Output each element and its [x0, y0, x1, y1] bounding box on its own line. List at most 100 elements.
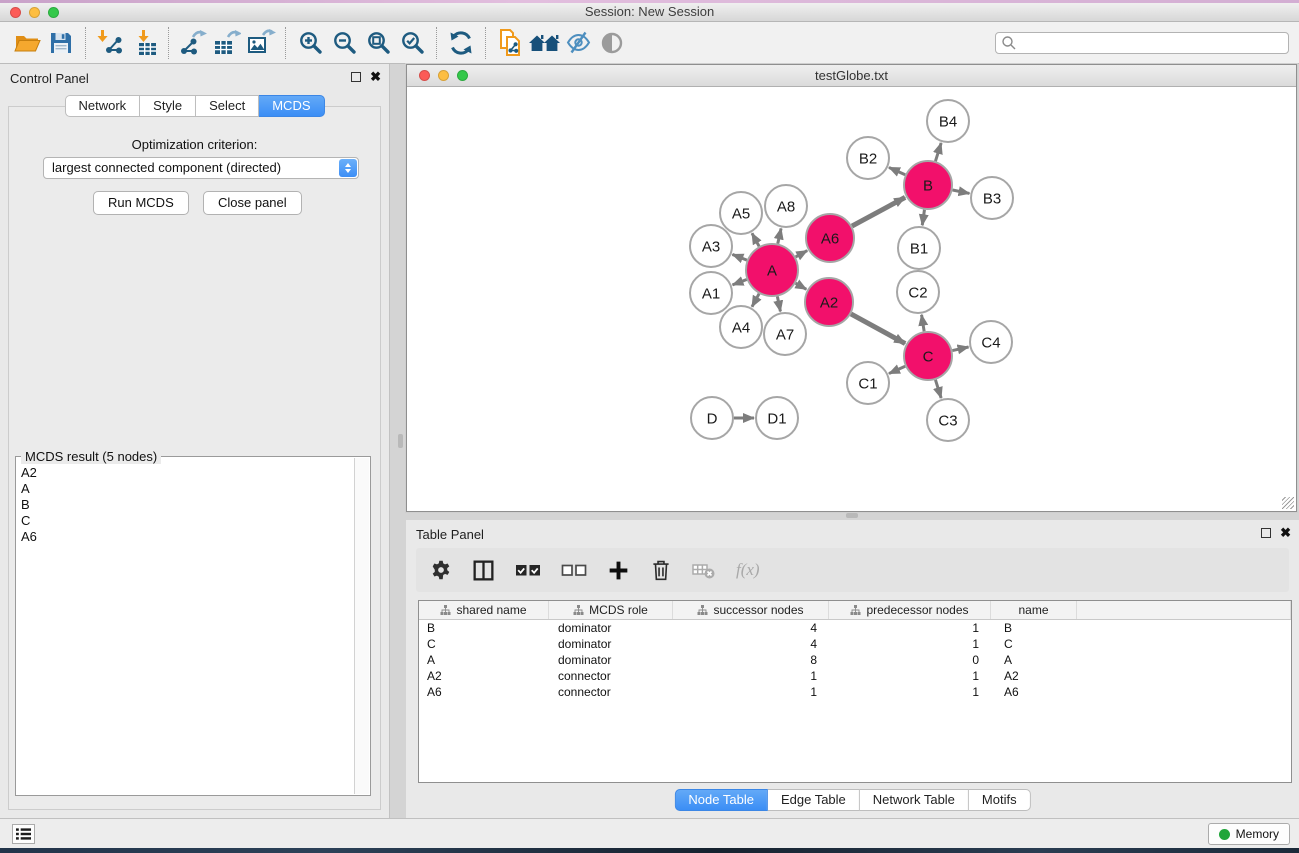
graph-edge-B-B3[interactable]	[952, 190, 969, 193]
tab-motifs[interactable]: Motifs	[969, 789, 1031, 811]
tab-style[interactable]: Style	[140, 95, 196, 117]
criterion-select[interactable]: largest connected component (directed)	[43, 157, 359, 179]
search-input[interactable]	[1017, 36, 1283, 50]
delete-table-button[interactable]	[692, 560, 716, 580]
zoom-out-button[interactable]	[327, 27, 361, 59]
graph-edge-C-C2[interactable]	[922, 315, 925, 332]
graph-node-A2[interactable]: A2	[805, 278, 853, 326]
zoom-window-button[interactable]	[48, 7, 59, 18]
home-button[interactable]	[527, 27, 561, 59]
graph-edge-C-C1[interactable]	[889, 366, 905, 373]
close-network-button[interactable]	[419, 70, 430, 81]
memory-button[interactable]: Memory	[1208, 823, 1290, 845]
tab-network-table[interactable]: Network Table	[860, 789, 969, 811]
function-builder-button[interactable]: f(x)	[736, 560, 760, 580]
graph-edge-A-A7[interactable]	[777, 296, 780, 311]
graph-node-C3[interactable]: C3	[927, 399, 969, 441]
graph-node-B[interactable]: B	[904, 161, 952, 209]
minimize-window-button[interactable]	[29, 7, 40, 18]
float-panel-icon[interactable]	[351, 72, 361, 82]
tab-node-table[interactable]: Node Table	[674, 789, 768, 811]
graph-node-D[interactable]: D	[691, 397, 733, 439]
graph-node-A7[interactable]: A7	[764, 313, 806, 355]
graph-edge-A-A4[interactable]	[752, 294, 759, 307]
tab-edge-table[interactable]: Edge Table	[768, 789, 860, 811]
zoom-fit-button[interactable]	[361, 27, 395, 59]
deselect-all-rows-button[interactable]	[561, 561, 587, 579]
run-mcds-button[interactable]: Run MCDS	[93, 191, 189, 215]
close-table-panel-icon[interactable]: ✖	[1280, 527, 1291, 538]
task-history-button[interactable]	[12, 824, 35, 844]
graph-edge-A-A1[interactable]	[733, 280, 747, 285]
clone-network-button[interactable]	[493, 27, 527, 59]
hide-graphics-details-button[interactable]	[561, 27, 595, 59]
column-header-shared-name[interactable]: shared name	[419, 601, 549, 619]
graph-edge-A2-C[interactable]	[851, 314, 905, 344]
close-panel-button[interactable]: Close panel	[203, 191, 302, 215]
create-column-button[interactable]	[607, 559, 630, 582]
zoom-selected-button[interactable]	[395, 27, 429, 59]
result-item[interactable]: A	[18, 481, 353, 497]
graph-edge-B-B4[interactable]	[935, 143, 941, 161]
export-image-button[interactable]	[244, 27, 278, 59]
delete-column-button[interactable]	[650, 558, 672, 582]
table-row[interactable]: A6 connector 1 1 A6	[419, 684, 1291, 700]
graph-node-C2[interactable]: C2	[897, 271, 939, 313]
graph-edge-A-A5[interactable]	[752, 233, 759, 246]
graph-node-B4[interactable]: B4	[927, 100, 969, 142]
graph-node-B3[interactable]: B3	[971, 177, 1013, 219]
zoom-network-button[interactable]	[457, 70, 468, 81]
show-graphics-details-button[interactable]	[595, 27, 629, 59]
close-window-button[interactable]	[10, 7, 21, 18]
graph-node-A3[interactable]: A3	[690, 225, 732, 267]
graph-node-A5[interactable]: A5	[720, 192, 762, 234]
tab-select[interactable]: Select	[196, 95, 259, 117]
graph-node-A6[interactable]: A6	[806, 214, 854, 262]
graph-edge-A6-B[interactable]	[852, 197, 905, 226]
network-window-titlebar[interactable]: testGlobe.txt	[407, 65, 1296, 87]
export-network-button[interactable]	[176, 27, 210, 59]
result-scrollbar[interactable]	[354, 458, 369, 794]
result-item[interactable]: A6	[18, 529, 353, 545]
result-item[interactable]: B	[18, 497, 353, 513]
table-row[interactable]: A2 connector 1 1 A2	[419, 668, 1291, 684]
result-item[interactable]: C	[18, 513, 353, 529]
search-box[interactable]	[995, 32, 1289, 54]
graph-node-A[interactable]: A	[746, 244, 798, 296]
graph-node-D1[interactable]: D1	[756, 397, 798, 439]
tab-network[interactable]: Network	[64, 95, 140, 117]
import-network-button[interactable]	[93, 27, 127, 59]
open-session-button[interactable]	[10, 27, 44, 59]
graph-edge-A-A3[interactable]	[732, 254, 746, 260]
export-table-button[interactable]	[210, 27, 244, 59]
column-header-name[interactable]: name	[991, 601, 1077, 619]
save-session-button[interactable]	[44, 27, 78, 59]
graph-edge-A-A8[interactable]	[778, 228, 781, 243]
apply-layout-button[interactable]	[444, 27, 478, 59]
zoom-in-button[interactable]	[293, 27, 327, 59]
show-columns-button[interactable]	[472, 559, 495, 582]
tab-mcds[interactable]: MCDS	[259, 95, 324, 117]
graph-node-A8[interactable]: A8	[765, 185, 807, 227]
network-graph[interactable]: B4B2BB3A5A8A6A3B1AC2A1A2A4A7C4CC1C3DD1	[407, 87, 1296, 511]
graph-node-A1[interactable]: A1	[690, 272, 732, 314]
graph-node-A4[interactable]: A4	[720, 306, 762, 348]
import-table-button[interactable]	[127, 27, 161, 59]
graph-node-C[interactable]: C	[904, 332, 952, 380]
table-row[interactable]: C dominator 4 1 C	[419, 636, 1291, 652]
graph-edge-B-B2[interactable]	[889, 167, 905, 174]
graph-edge-C-C3[interactable]	[935, 380, 941, 398]
graph-node-B1[interactable]: B1	[898, 227, 940, 269]
graph-node-C4[interactable]: C4	[970, 321, 1012, 363]
graph-edge-A-A2[interactable]	[796, 283, 807, 289]
result-item[interactable]: A2	[18, 465, 353, 481]
column-header-successor-nodes[interactable]: successor nodes	[673, 601, 829, 619]
vertical-divider-handle[interactable]	[398, 434, 403, 448]
graph-edge-C-C4[interactable]	[952, 347, 968, 351]
graph-node-C1[interactable]: C1	[847, 362, 889, 404]
resize-grip[interactable]	[1282, 497, 1294, 509]
float-table-panel-icon[interactable]	[1261, 528, 1271, 538]
table-settings-button[interactable]	[430, 559, 452, 581]
graph-edge-A-A6[interactable]	[796, 251, 808, 257]
select-all-rows-button[interactable]	[515, 561, 541, 579]
